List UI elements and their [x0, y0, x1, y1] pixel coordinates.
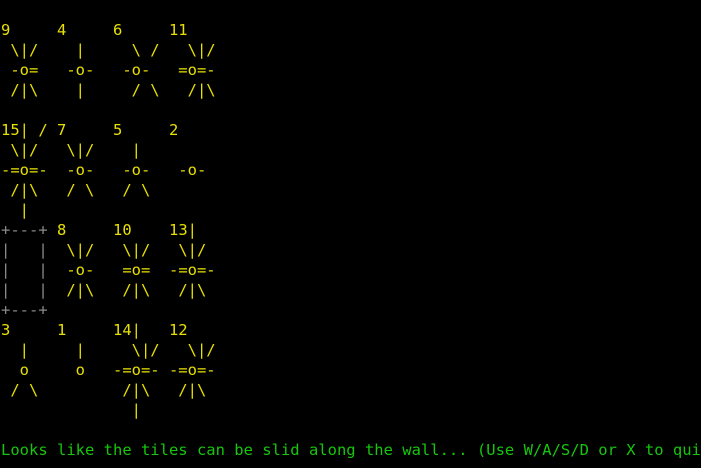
board-line: /|\ | / \ /|\ — [1, 81, 216, 99]
board-line: 15| / 7 5 2 — [1, 121, 179, 139]
board-line: +---+ — [1, 301, 48, 319]
board-line: -=o=- -o- -o- -o- — [1, 161, 207, 179]
board-line: -o= -o- -o- =o=- — [1, 61, 216, 79]
board-line: \|/ | \ / \|/ — [1, 41, 216, 59]
status-message: Looks like the tiles can be slid along t… — [1, 441, 701, 459]
tile-row-text: 8 10 13| — [47, 221, 197, 239]
wall-segment: | | — [1, 281, 48, 299]
wall-segment: | | — [1, 241, 48, 259]
board-line: / \ /|\ /|\ — [1, 381, 207, 399]
wall-segment: | | — [1, 261, 48, 279]
board-line: | — [1, 201, 29, 219]
board-line: | | /|\ /|\ /|\ — [1, 281, 206, 299]
board-line: | | \|/ \|/ \|/ — [1, 241, 206, 259]
wall-segment: +---+ — [1, 221, 48, 239]
tile-board: 9 4 6 11 \|/ | \ / \|/ -o= -o- -o- =o=- … — [1, 20, 216, 420]
tile-row-text: -o- =o= -=o=- — [47, 261, 216, 279]
board-line: 9 4 6 11 — [1, 21, 188, 39]
board-line: /|\ / \ / \ — [1, 181, 151, 199]
board-line: +---+ 8 10 13| — [1, 221, 197, 239]
tile-row-text: /|\ /|\ /|\ — [47, 281, 207, 299]
board-line: 3 1 14| 12 — [1, 321, 188, 339]
terminal-window: 9 4 6 11 \|/ | \ / \|/ -o= -o- -o- =o=- … — [0, 0, 701, 468]
wall-segment: +---+ — [1, 301, 48, 319]
board-line: | | \|/ \|/ — [1, 341, 216, 359]
tile-row-text: \|/ \|/ \|/ — [47, 241, 207, 259]
board-line: o o -=o=- -=o=- — [1, 361, 216, 379]
board-line: | — [1, 401, 141, 419]
board-line: | | -o- =o= -=o=- — [1, 261, 216, 279]
board-line: \|/ \|/ | — [1, 141, 141, 159]
